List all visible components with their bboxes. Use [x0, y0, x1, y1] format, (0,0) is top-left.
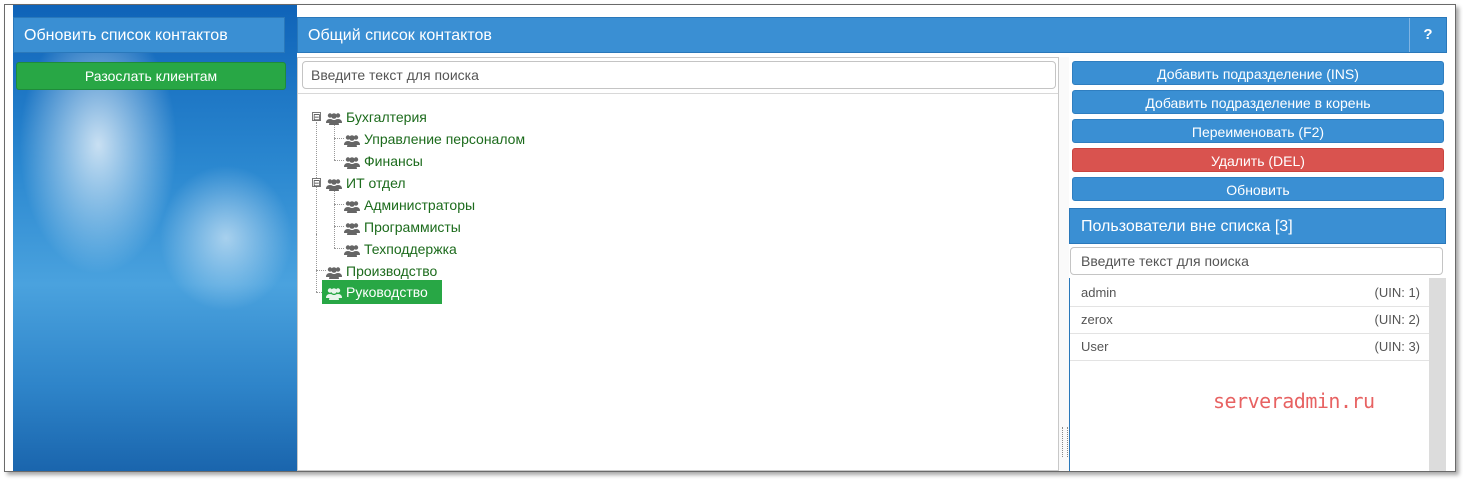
tree-node-upravlenie[interactable]: Управление персоналом: [344, 129, 525, 149]
tree-connector: [334, 226, 344, 227]
tree-node-label: Администраторы: [364, 197, 476, 213]
divider: [298, 93, 1058, 94]
tree-node-proizvodstvo[interactable]: Производство: [326, 261, 437, 281]
refresh-contacts-header[interactable]: Обновить список контактов: [13, 17, 285, 53]
user-row[interactable]: User (UIN: 3): [1070, 334, 1430, 361]
delete-button[interactable]: Удалить (DEL): [1072, 148, 1444, 172]
help-button[interactable]: ?: [1409, 18, 1446, 52]
rename-button[interactable]: Переименовать (F2): [1072, 119, 1444, 143]
user-uin: (UIN: 2): [1374, 312, 1421, 327]
tree-connector: [334, 204, 344, 205]
user-uin: (UIN: 3): [1374, 339, 1421, 354]
user-name: zerox: [1081, 312, 1113, 327]
user-row[interactable]: admin (UIN: 1): [1070, 280, 1430, 307]
tree-connector: [316, 234, 317, 292]
users-outside-list-header: Пользователи вне списка [3]: [1069, 208, 1446, 244]
group-icon: [344, 200, 360, 213]
splitter-grip-icon[interactable]: [1062, 427, 1068, 457]
group-icon: [326, 112, 342, 125]
user-name: User: [1081, 339, 1109, 354]
collapse-toggle-icon[interactable]: ⊟: [312, 178, 321, 188]
department-tree-panel: ⊟ Бухгалтерия Управление персоналом Фина…: [297, 57, 1059, 471]
tree-node-buhgalteriya[interactable]: Бухгалтерия: [326, 107, 427, 127]
group-icon: [344, 222, 360, 235]
user-uin: (UIN: 1): [1374, 285, 1421, 300]
tree-node-label: Финансы: [364, 153, 423, 169]
group-icon: [344, 156, 360, 169]
contacts-panel-title: Общий список контактов: [308, 27, 492, 44]
users-list: admin (UIN: 1) zerox (UIN: 2) User (UIN:…: [1069, 278, 1430, 471]
watermark-text: serveradmin.ru: [1213, 389, 1375, 413]
add-root-subdivision-button[interactable]: Добавить подразделение в корень: [1072, 90, 1444, 114]
user-name: admin: [1081, 285, 1117, 300]
tree-node-label: Бухгалтерия: [346, 109, 427, 125]
panel-splitter[interactable]: [1059, 57, 1069, 471]
tree-node-it-otdel[interactable]: ИТ отдел: [326, 173, 406, 193]
group-icon: [344, 244, 360, 257]
group-icon: [326, 266, 342, 279]
tree-node-label: Техподдержка: [364, 241, 457, 257]
add-subdivision-button[interactable]: Добавить подразделение (INS): [1072, 61, 1444, 85]
tree-connector: [334, 160, 344, 161]
tree-node-label: ИТ отдел: [346, 175, 406, 191]
tree-node-label: Программисты: [364, 219, 461, 235]
users-list-scrollbar[interactable]: [1429, 278, 1446, 471]
collapse-toggle-icon[interactable]: ⊟: [312, 112, 321, 122]
contacts-panel-header: Общий список контактов ?: [297, 17, 1447, 53]
tree-connector: [334, 124, 335, 160]
tree-node-label: Управление персоналом: [364, 131, 526, 147]
tree-connector: [334, 190, 335, 248]
tree-node-label: Производство: [346, 263, 438, 279]
tree-node-finansy[interactable]: Финансы: [344, 151, 423, 171]
tree-node-rukovodstvo[interactable]: Руководство: [322, 280, 442, 304]
tree-connector: [334, 248, 344, 249]
tree-node-programmisty[interactable]: Программисты: [344, 217, 461, 237]
user-row[interactable]: zerox (UIN: 2): [1070, 307, 1430, 334]
app-window: Обновить список контактов Разослать клие…: [4, 4, 1456, 472]
users-search-input[interactable]: [1070, 247, 1443, 275]
tree-search-input[interactable]: [302, 61, 1056, 89]
send-to-clients-button[interactable]: Разослать клиентам: [16, 62, 286, 90]
tree-connector: [316, 270, 326, 271]
tree-node-admins[interactable]: Администраторы: [344, 195, 475, 215]
group-icon: [344, 134, 360, 147]
group-icon: [326, 287, 342, 300]
tree-connector: [334, 138, 344, 139]
tree-node-tehpodderzhka[interactable]: Техподдержка: [344, 239, 457, 259]
group-icon: [326, 178, 342, 191]
tree-node-label: Руководство: [346, 284, 428, 300]
refresh-button[interactable]: Обновить: [1072, 177, 1444, 201]
